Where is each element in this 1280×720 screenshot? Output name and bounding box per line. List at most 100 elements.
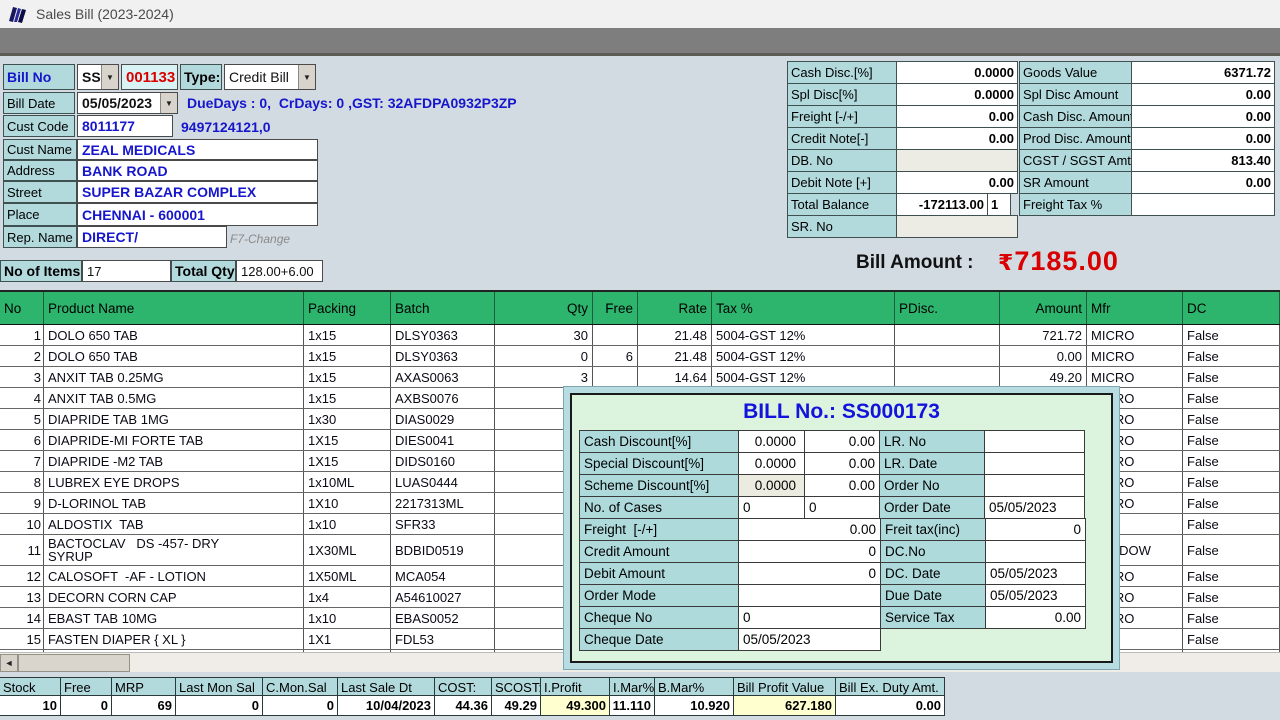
row-number: 6: [29, 433, 43, 448]
right-summary-row: CGST / SGST Amt813.40: [1020, 149, 1275, 172]
cell-packing: 1X50ML: [304, 566, 391, 586]
dialog-value-field[interactable]: [738, 584, 881, 607]
summary-label: Freight [-/+]: [787, 105, 897, 128]
dialog-value-field[interactable]: [985, 540, 1086, 563]
bottom-col-free: Free: [60, 677, 112, 697]
table-row[interactable]: 1DOLO 650 TAB1x15DLSY03633021.485004-GST…: [0, 325, 1280, 346]
cust-code-field[interactable]: 8011177: [77, 115, 173, 137]
address-label: Address: [3, 160, 77, 181]
address-field[interactable]: BANK ROAD: [77, 160, 318, 181]
dialog-value-field[interactable]: 0.00: [804, 474, 880, 497]
cust-code-label: Cust Code: [3, 115, 75, 137]
dialog-value-field[interactable]: 05/05/2023: [985, 562, 1086, 585]
dialog-value-field[interactable]: 0: [738, 496, 805, 519]
cell-pdisc-: [895, 367, 1000, 387]
dialog-value-field[interactable]: 05/05/2023: [738, 628, 881, 651]
summary-label: Spl Disc[%]: [787, 83, 897, 106]
series-combo[interactable]: SS ▼: [77, 64, 119, 90]
dialog-value-field[interactable]: 0.00: [804, 430, 880, 453]
bill-number-field[interactable]: 001133: [121, 64, 178, 90]
dialog-value-field[interactable]: 05/05/2023: [984, 496, 1085, 519]
summary-value-field[interactable]: 0.00: [896, 105, 1018, 128]
dialog-label: No. of Cases: [579, 496, 739, 519]
cell-dc: False: [1183, 325, 1280, 345]
summary-value-field[interactable]: [1131, 193, 1275, 216]
summary-label: Spl Disc Amount: [1019, 83, 1132, 106]
summary-value-field[interactable]: 0.00: [1131, 105, 1275, 128]
dialog-value-field[interactable]: 0: [804, 496, 880, 519]
row-number-cell: 10: [0, 514, 44, 534]
dialog-value-field[interactable]: 0.00: [738, 518, 881, 541]
summary-value-field[interactable]: 0.00: [896, 171, 1018, 194]
cell-product-name: ANXIT TAB 0.5MG: [44, 388, 304, 408]
place-field[interactable]: CHENNAI - 600001: [77, 203, 318, 226]
chevron-down-icon[interactable]: ▼: [160, 93, 177, 113]
summary-value-field[interactable]: 0.00: [896, 127, 1018, 150]
dialog-value-field[interactable]: [984, 430, 1085, 453]
dialog-value-field[interactable]: 0: [738, 562, 881, 585]
column-header-mfr: Mfr: [1087, 292, 1183, 324]
rep-name-label: Rep. Name: [3, 226, 77, 248]
cell-product-name: DIAPRIDE -M2 TAB: [44, 451, 304, 471]
chevron-down-icon[interactable]: ▼: [101, 65, 118, 89]
left-summary-row: Debit Note [+]0.00: [788, 171, 1018, 194]
dialog-row: Order ModeDue Date05/05/2023: [580, 584, 1086, 607]
row-number-cell: 13: [0, 587, 44, 607]
cell-qty: 0: [495, 346, 593, 366]
row-number: 9: [29, 496, 43, 511]
summary-value-field[interactable]: 0.0000: [896, 83, 1018, 106]
bill-date-combo[interactable]: 05/05/2023 ▼: [77, 92, 178, 114]
cell-packing: 1x15: [304, 346, 391, 366]
left-summary-row: Cash Disc.[%]0.0000: [788, 61, 1018, 84]
table-row[interactable]: 2DOLO 650 TAB1x15DLSY03630621.485004-GST…: [0, 346, 1280, 367]
row-number-cell: 1: [0, 325, 44, 345]
cell-rate: 21.48: [638, 346, 712, 366]
chevron-down-icon[interactable]: ▼: [298, 65, 315, 89]
summary-value-field[interactable]: 0.00: [1131, 171, 1275, 194]
summary-value-field[interactable]: 6371.72: [1131, 61, 1275, 84]
cell-dc: False: [1183, 472, 1280, 492]
dialog-label: DC.No: [880, 540, 986, 563]
summary-value-field[interactable]: 0.0000: [896, 61, 1018, 84]
row-number: 13: [27, 590, 43, 605]
summary-value-field[interactable]: 813.40: [1131, 149, 1275, 172]
summary-value-field[interactable]: [896, 149, 1018, 172]
summary-right-panel: Goods Value6371.72Spl Disc Amount0.00Cas…: [1020, 62, 1275, 216]
street-field[interactable]: SUPER BAZAR COMPLEX: [77, 181, 318, 203]
dialog-value-field[interactable]: 0.00: [985, 606, 1086, 629]
summary-value-field[interactable]: 0.00: [1131, 83, 1275, 106]
scroll-left-button[interactable]: ◄: [0, 654, 18, 672]
summary-value-field[interactable]: -172113.00: [896, 193, 988, 216]
dialog-value-field[interactable]: 0: [985, 518, 1086, 541]
summary-label: Total Balance: [787, 193, 897, 216]
cell-batch: DIAS0029: [391, 409, 495, 429]
cell-rate: 21.48: [638, 325, 712, 345]
cust-name-label: Cust Name: [3, 139, 77, 160]
dialog-value-field[interactable]: 0.0000: [738, 430, 805, 453]
bill-type-combo[interactable]: Credit Bill ▼: [224, 64, 316, 90]
cell-batch: DIDS0160: [391, 451, 495, 471]
rep-name-field[interactable]: DIRECT/: [77, 226, 227, 248]
table-row[interactable]: 3ANXIT TAB 0.25MG1x15AXAS0063314.645004-…: [0, 367, 1280, 388]
cell-product-name: ALDOSTIX TAB: [44, 514, 304, 534]
summary-value-field[interactable]: [896, 215, 1018, 238]
right-summary-row: SR Amount0.00: [1020, 171, 1275, 194]
cell-rate: 14.64: [638, 367, 712, 387]
dialog-value-field[interactable]: 05/05/2023: [985, 584, 1086, 607]
dialog-value-field[interactable]: [984, 474, 1085, 497]
column-header-batch: Batch: [391, 292, 495, 324]
bill-date-value: 05/05/2023: [82, 95, 152, 111]
dialog-value-field[interactable]: 0.00: [804, 452, 880, 475]
cust-name-field[interactable]: ZEAL MEDICALS: [77, 139, 318, 160]
cell-batch: AXBS0076: [391, 388, 495, 408]
dialog-value-field[interactable]: 0.0000: [738, 474, 805, 497]
cell-packing: 1X15: [304, 430, 391, 450]
row-number: 12: [27, 569, 43, 584]
dialog-value-field[interactable]: [984, 452, 1085, 475]
dialog-value-field[interactable]: 0: [738, 606, 881, 629]
summary-extra-field[interactable]: 1: [987, 193, 1011, 216]
dialog-value-field[interactable]: 0: [738, 540, 881, 563]
summary-value-field[interactable]: 0.00: [1131, 127, 1275, 150]
scrollbar-thumb[interactable]: [18, 654, 130, 672]
dialog-value-field[interactable]: 0.0000: [738, 452, 805, 475]
